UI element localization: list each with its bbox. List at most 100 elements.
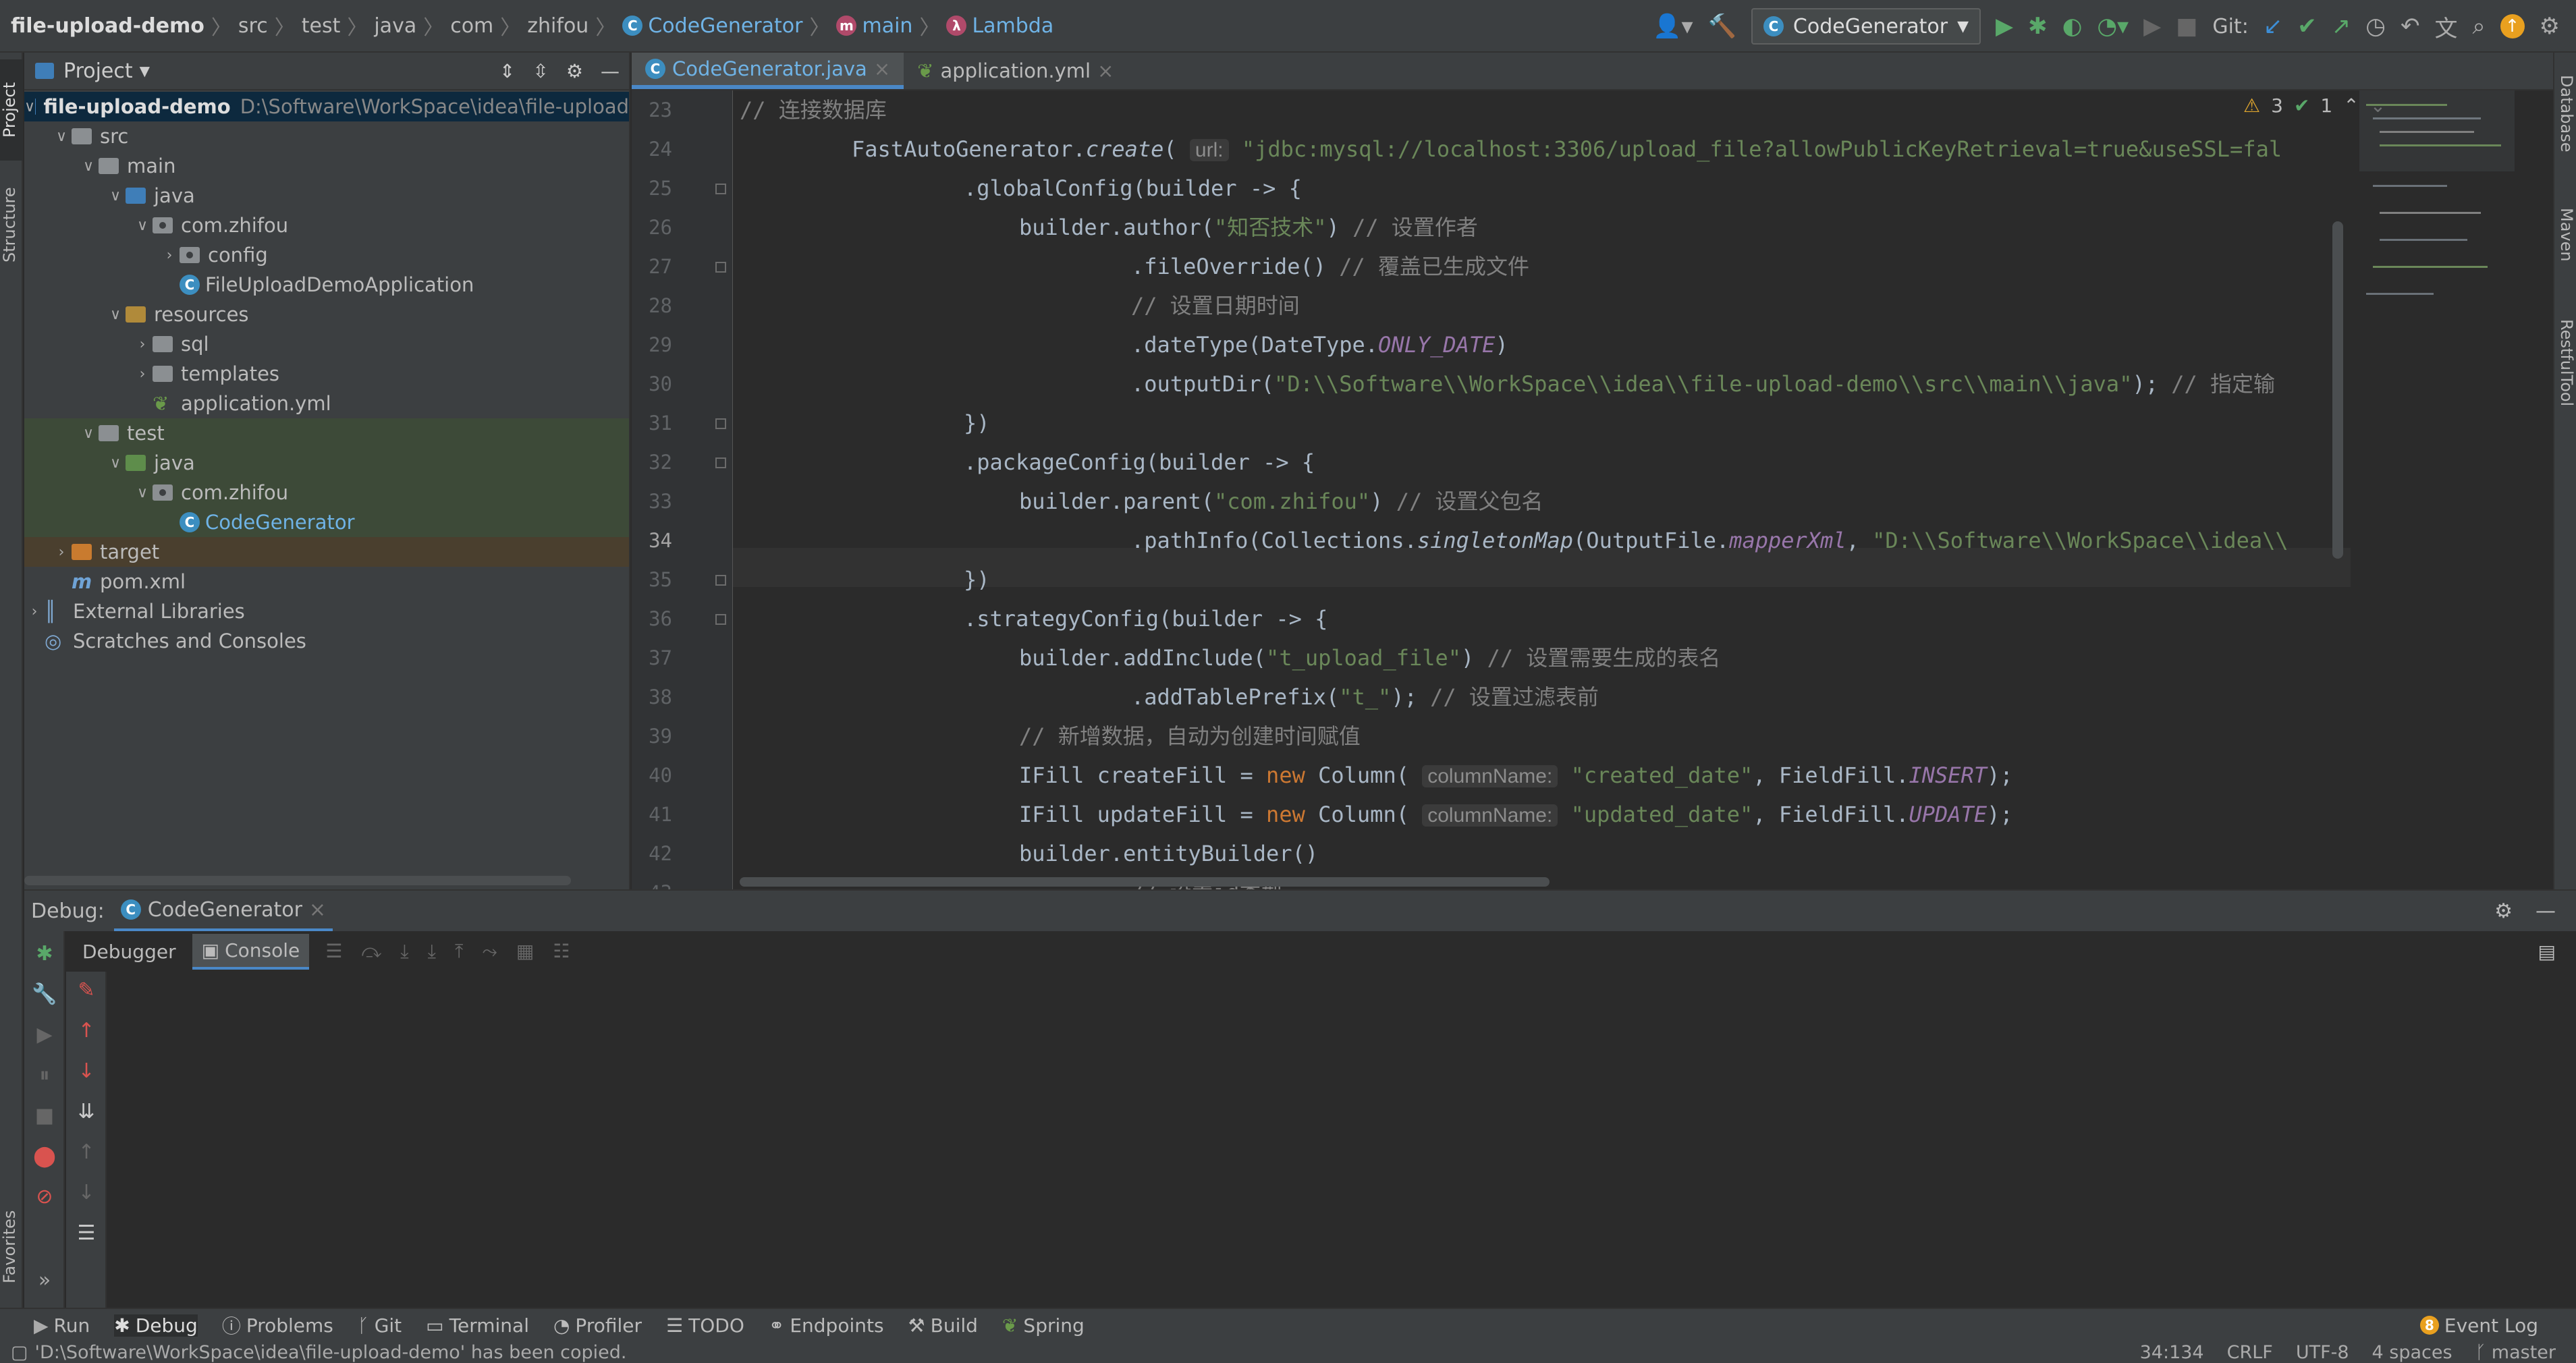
build-hammer-icon[interactable]: 🔨 (1708, 13, 1736, 40)
line-number[interactable]: 27 (632, 255, 672, 278)
minimize-icon[interactable]: — (2536, 899, 2556, 923)
tool-debug[interactable]: ✱ Debug (114, 1314, 198, 1337)
run-configuration-select[interactable]: C CodeGenerator ▼ (1751, 8, 1981, 45)
line-number[interactable]: 33 (632, 490, 672, 513)
indent-setting[interactable]: 4 spaces (2372, 1342, 2452, 1363)
line-number[interactable]: 35 (632, 568, 672, 591)
close-icon[interactable]: × (309, 898, 326, 922)
layout-icon[interactable]: ▤ (2538, 941, 2556, 963)
editor-horizontal-scrollbar[interactable] (740, 877, 1550, 887)
tree-item[interactable]: ❦ application.yml (24, 389, 629, 418)
collapse-all-icon[interactable]: ⇳ (532, 60, 548, 82)
breadcrumb-method[interactable]: main (862, 14, 912, 38)
close-icon[interactable]: × (1097, 59, 1114, 82)
chevron-right-icon[interactable]: › (159, 247, 180, 264)
chevron-down-icon[interactable]: ∨ (105, 306, 126, 323)
line-number[interactable]: 31 (632, 412, 672, 435)
run-to-cursor-icon[interactable]: ⤳ (482, 940, 497, 963)
resume-icon[interactable]: ▶ (24, 1023, 65, 1047)
tree-item[interactable]: ∨ src (24, 121, 629, 151)
tool-git[interactable]: ᚴ Git (358, 1314, 402, 1337)
line-number[interactable]: 25 (632, 177, 672, 200)
maven-tool-tab[interactable]: Maven (2553, 188, 2576, 282)
clear-icon[interactable]: ✎ (66, 978, 107, 1002)
chevron-down-icon[interactable]: ∨ (105, 188, 126, 204)
chevron-right-icon[interactable]: › (51, 544, 72, 561)
cursor-position[interactable]: 34:134 (2140, 1342, 2204, 1363)
tree-item[interactable]: m pom.xml (24, 567, 629, 596)
tree-item[interactable]: ∨ java (24, 448, 629, 478)
arrow-down-icon[interactable]: ↓ (66, 1059, 107, 1083)
line-number[interactable]: 37 (632, 646, 672, 669)
git-push-icon[interactable]: ↗ (2332, 13, 2351, 40)
gear-icon[interactable]: ⚙ (566, 60, 583, 82)
tab-codegenerator[interactable]: C CodeGenerator.java × (632, 53, 904, 89)
debug-bug-icon[interactable]: ✱ (2028, 13, 2048, 40)
tab-console[interactable]: ▣ Console (192, 933, 310, 970)
history-icon[interactable]: ◷ (2365, 13, 2386, 40)
settings-icon[interactable]: ⚙ (2540, 13, 2560, 40)
line-number[interactable]: 32 (632, 451, 672, 474)
force-step-into-icon[interactable]: ⤓ (428, 940, 436, 963)
project-view-select[interactable]: Project (63, 59, 133, 83)
fold-marker-icon[interactable] (715, 184, 726, 194)
chevron-down-icon[interactable]: ∨ (24, 99, 35, 115)
breadcrumb-project[interactable]: file-upload-demo (11, 14, 204, 38)
chevron-down-icon[interactable]: ∨ (51, 128, 72, 145)
favorites-tool-tab[interactable]: Favorites (0, 1193, 23, 1301)
fold-marker-icon[interactable] (715, 575, 726, 586)
line-number[interactable]: 36 (632, 607, 672, 630)
close-icon[interactable]: × (874, 57, 890, 80)
line-separator[interactable]: CRLF (2227, 1342, 2273, 1363)
sort-icon[interactable]: ⇊ (66, 1100, 107, 1123)
chevron-down-icon[interactable]: ▼ (140, 63, 150, 79)
evaluate-icon[interactable]: ▦ (516, 940, 534, 963)
tool-problems[interactable]: ⓘ Problems (222, 1312, 333, 1339)
tree-item[interactable]: › target (24, 537, 629, 567)
tree-item[interactable]: › ║ External Libraries (24, 596, 629, 626)
gear-icon[interactable]: ⚙ (2494, 899, 2513, 923)
chevron-down-icon[interactable]: ∨ (105, 455, 126, 472)
rollback-icon[interactable]: ↶ (2401, 13, 2420, 40)
tree-item[interactable]: › sql (24, 329, 629, 359)
breadcrumb-com[interactable]: com (450, 14, 493, 38)
line-number[interactable]: 38 (632, 686, 672, 708)
stop-icon[interactable]: ■ (2176, 13, 2197, 40)
tree-item[interactable]: ◎ Scratches and Consoles (24, 626, 629, 656)
tree-item[interactable]: C CodeGenerator (24, 507, 629, 537)
mute-breakpoints-icon[interactable]: ⊘ (24, 1185, 65, 1208)
tool-endpoints[interactable]: ⚭ Endpoints (769, 1314, 884, 1337)
tab-application-yml[interactable]: ❦ application.yml × (904, 53, 1127, 89)
console-output[interactable] (108, 972, 2576, 1309)
run-icon[interactable]: ▶ (1996, 13, 2013, 40)
chevron-down-icon[interactable]: ∨ (132, 484, 153, 501)
horizontal-scrollbar[interactable] (24, 876, 571, 885)
tree-item[interactable]: ∨ java (24, 181, 629, 211)
trace-icon[interactable]: ☷ (553, 940, 570, 963)
tree-item[interactable]: ∨ main (24, 151, 629, 181)
down-icon[interactable]: ↓ (66, 1181, 107, 1204)
vertical-scrollbar[interactable] (2332, 221, 2343, 559)
git-update-icon[interactable]: ↙ (2264, 13, 2283, 40)
line-number[interactable]: 40 (632, 764, 672, 787)
chevron-right-icon[interactable]: › (24, 603, 45, 620)
line-number[interactable]: 42 (632, 842, 672, 865)
git-commit-icon[interactable]: ✔ (2297, 13, 2317, 40)
chevron-down-icon[interactable]: ∨ (78, 425, 99, 442)
resume-icon[interactable]: ▶ (2143, 13, 2161, 40)
tool-run[interactable]: ▶ Run (34, 1314, 90, 1337)
update-icon[interactable]: ↑ (2500, 14, 2525, 38)
tree-item[interactable]: ∨ resources (24, 300, 629, 329)
expand-all-icon[interactable]: ⇕ (499, 60, 515, 82)
view-breakpoints-icon[interactable]: ⬤ (24, 1144, 65, 1168)
stop-icon[interactable]: ■ (24, 1104, 65, 1128)
more-icon[interactable]: » (24, 1269, 65, 1292)
tree-item[interactable]: › config (24, 240, 629, 270)
chevron-right-icon[interactable]: › (132, 366, 153, 383)
line-number[interactable]: 26 (632, 216, 672, 239)
up-icon[interactable]: ↑ (66, 1140, 107, 1164)
line-number[interactable]: 30 (632, 372, 672, 395)
pause-icon[interactable]: ⏸ (24, 1063, 65, 1087)
soft-wrap-icon[interactable]: ☰ (66, 1221, 107, 1245)
wrench-icon[interactable]: 🔧 (24, 982, 65, 1006)
